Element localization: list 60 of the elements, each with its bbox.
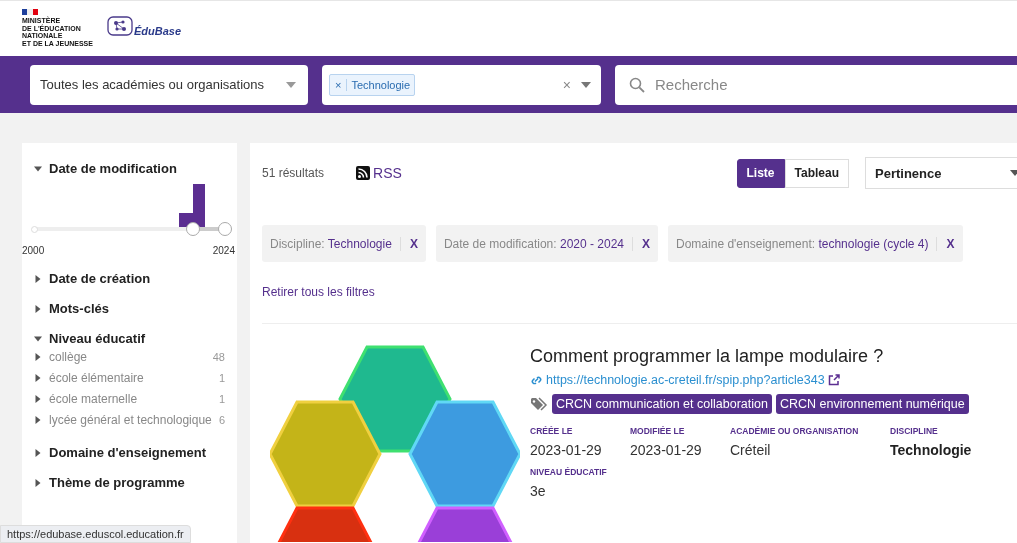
field-label: MODIFIÉE LE xyxy=(630,426,686,436)
facet-count: 48 xyxy=(212,350,225,363)
tag-label: Technologie xyxy=(350,78,412,91)
facet-header[interactable]: Date de modification xyxy=(22,161,237,176)
results-count: 51 résultats xyxy=(262,166,325,180)
slider-thumb[interactable] xyxy=(218,222,232,236)
facet-header[interactable]: Thème de programme xyxy=(22,475,237,490)
filter-label: Domaine d'enseignement: technologie (cycle 4) xyxy=(676,236,938,251)
status-url: https://edubase.eduscol.education.fr xyxy=(0,525,191,543)
result-title[interactable]: Comment programmer la lampe modulaire ? xyxy=(530,346,1017,367)
dropdown-arrow-icon xyxy=(1010,170,1017,176)
tags-icon xyxy=(530,397,548,411)
facet-header[interactable]: Date de création xyxy=(22,271,237,286)
remove-filter-button[interactable]: X xyxy=(400,236,418,251)
clear-button[interactable]: × xyxy=(562,76,571,93)
field-label: ACADÉMIE OU ORGANISATION xyxy=(730,426,860,436)
external-link-icon xyxy=(827,374,840,386)
range-min-label: 2000 xyxy=(22,245,45,256)
flag-icon xyxy=(22,9,38,15)
facet-option[interactable]: lycée général et technologique xyxy=(49,412,212,427)
field-label: CRÉÉE LE xyxy=(530,426,574,436)
dropdown-arrow-icon xyxy=(581,81,591,88)
keyword-tag[interactable]: CRCN communication et collaboration xyxy=(552,394,772,414)
search-field[interactable]: Recherche xyxy=(615,64,1017,105)
remove-filter-button[interactable]: X xyxy=(937,236,955,251)
facet-count: 1 xyxy=(218,392,225,405)
range-max-label: 2024 xyxy=(212,245,235,256)
dropdown-arrow-icon xyxy=(286,81,296,88)
facet-header[interactable]: Mots-clés xyxy=(22,301,237,316)
logo-text: ÉduBase xyxy=(133,25,181,37)
remove-filter-button[interactable]: X xyxy=(633,236,651,251)
keyword-tag[interactable]: CRCN environnement numérique xyxy=(775,394,969,414)
sort-select[interactable]: Pertinence xyxy=(865,157,1017,189)
facet-count: 6 xyxy=(218,413,225,426)
facet-option[interactable]: collège xyxy=(49,349,206,364)
field-value: 3e xyxy=(530,483,547,499)
filter-label: Discipline: Technologie xyxy=(270,236,401,251)
field-value: 2023-01-29 xyxy=(530,442,603,458)
resource-link[interactable]: https://technologie.ac-creteil.fr/spip.php?article343 xyxy=(530,373,1017,387)
link-icon xyxy=(530,374,543,386)
discipline-select[interactable]: × Technologie × xyxy=(322,64,601,105)
filter-label: Date de modification: 2020 - 2024 xyxy=(443,236,633,251)
rss-link[interactable]: RSS xyxy=(356,165,402,181)
view-toggle[interactable]: Tableau xyxy=(784,158,849,188)
remove-tag-button[interactable]: × xyxy=(330,78,348,91)
academy-select[interactable]: Toutes les académies ou organisations xyxy=(30,64,308,105)
clear-filters-link[interactable]: Retirer tous les filtres xyxy=(262,285,375,299)
facet-option[interactable]: école élémentaire xyxy=(49,370,212,385)
field-label: DISCIPLINE xyxy=(890,426,939,436)
field-value: Créteil xyxy=(730,442,772,458)
field-value: 2023-01-29 xyxy=(630,442,703,458)
facet-header[interactable]: Domaine d'enseignement xyxy=(22,445,237,460)
network-icon xyxy=(106,16,133,36)
facet-option[interactable]: école maternelle xyxy=(49,391,212,406)
view-toggle[interactable]: Liste xyxy=(736,158,785,188)
facet-header[interactable]: Niveau éducatif xyxy=(22,331,237,346)
field-value: Technologie xyxy=(890,442,973,458)
rss-icon xyxy=(356,166,371,180)
facet-count: 1 xyxy=(218,371,225,384)
field-label: NIVEAU ÉDUCATIF xyxy=(530,467,608,477)
